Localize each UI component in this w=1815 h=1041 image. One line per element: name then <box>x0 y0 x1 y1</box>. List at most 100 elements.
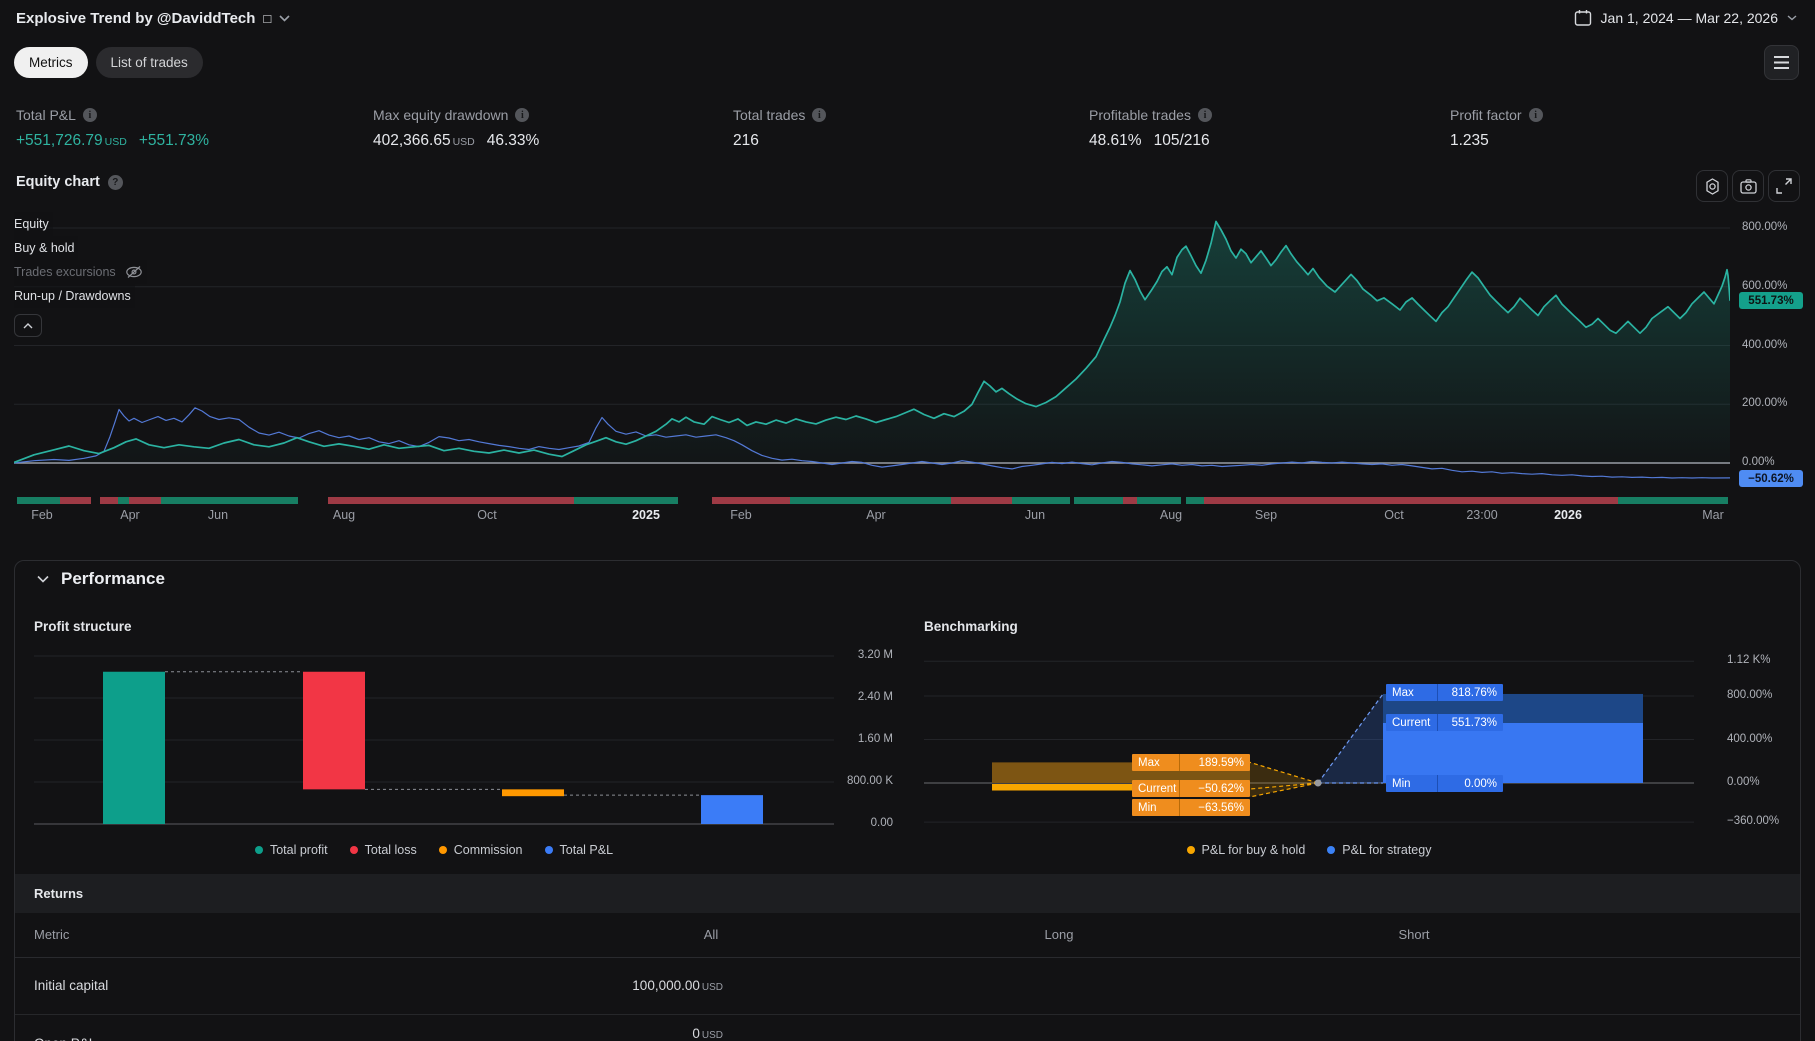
legend-dot <box>1327 846 1335 854</box>
legend-item[interactable]: P&L for buy & hold <box>1187 843 1306 857</box>
metric-label: Total P&L <box>16 107 76 123</box>
strategy-min-box: Min 0.00% <box>1386 775 1503 792</box>
eye-off-icon[interactable] <box>125 265 143 279</box>
trade-segment <box>60 497 91 504</box>
y-axis-tick: 1.12 K% <box>1727 654 1807 666</box>
x-axis-tick: Apr <box>841 508 911 522</box>
legend-label: Total P&L <box>560 843 614 857</box>
trade-segment <box>1204 497 1618 504</box>
trade-segment <box>1012 497 1070 504</box>
trade-segment <box>712 497 790 504</box>
profit-structure-title: Profit structure <box>34 619 132 634</box>
page-title: Explosive Trend by @DaviddTech <box>16 10 255 27</box>
list-icon <box>1774 56 1789 69</box>
tab-metrics[interactable]: Metrics <box>14 47 88 78</box>
chart-fullscreen-button[interactable] <box>1768 170 1800 202</box>
legend-label: P&L for strategy <box>1342 843 1431 857</box>
y-axis-tick: 400.00% <box>1742 339 1806 351</box>
trade-segment <box>1137 497 1181 504</box>
x-axis-tick: Aug <box>1136 508 1206 522</box>
legend-equity[interactable]: Equity <box>14 212 53 236</box>
chart-snapshot-button[interactable] <box>1732 170 1764 202</box>
trade-segment <box>100 497 118 504</box>
chevron-down-icon <box>37 575 49 583</box>
legend-label: Total loss <box>365 843 417 857</box>
date-range-picker[interactable]: Jan 1, 2024 — Mar 22, 2026 <box>1574 9 1797 27</box>
info-icon[interactable]: i <box>1529 108 1543 122</box>
strategy-max-box: Max 818.76% <box>1386 684 1503 701</box>
trade-segment <box>1186 497 1204 504</box>
profit-structure-chart <box>34 651 834 829</box>
legend-buy-and-hold[interactable]: Buy & hold <box>14 236 78 260</box>
tab-list-of-trades[interactable]: List of trades <box>96 47 203 78</box>
x-axis-tick: Oct <box>452 508 522 522</box>
x-axis-tick: Aug <box>309 508 379 522</box>
equity-chart-x-axis[interactable]: FebAprJunAugOct2025FebAprJunAugSepOct23:… <box>14 508 1730 528</box>
legend-item[interactable]: P&L for strategy <box>1327 843 1431 857</box>
trade-segment <box>951 497 1012 504</box>
equity-chart-title: Equity chart <box>16 174 100 190</box>
buyhold-max-box: Max 189.59% <box>1132 754 1250 771</box>
camera-icon <box>1740 179 1757 194</box>
legend-item[interactable]: Commission <box>439 843 523 857</box>
legend-runup-drawdowns[interactable]: Run-up / Drawdowns <box>14 284 135 308</box>
y-axis-tick: 2.40 M <box>821 691 893 703</box>
trade-segment <box>1074 497 1123 504</box>
info-icon[interactable]: i <box>1198 108 1212 122</box>
x-axis-tick: Feb <box>7 508 77 522</box>
col-long: Long <box>1009 927 1109 942</box>
table-row-open-pl: Open P&L 0USD <box>15 1014 1800 1041</box>
view-tabs: Metrics List of trades <box>14 47 203 78</box>
y-axis-tick: 0.00% <box>1742 456 1806 468</box>
metric-label: Profitable trades <box>1089 107 1191 123</box>
chart-settings-button[interactable] <box>1696 170 1728 202</box>
legend-label: P&L for buy & hold <box>1202 843 1306 857</box>
y-axis-tick: 800.00% <box>1727 689 1807 701</box>
performance-section-toggle[interactable]: Performance <box>37 569 165 589</box>
metric-value: 48.61% <box>1089 132 1142 150</box>
metric-value: 216 <box>733 132 759 150</box>
strategy-title-row[interactable]: Explosive Trend by @DaviddTech □ <box>16 10 290 27</box>
y-axis-tick: 600.00% <box>1742 280 1806 292</box>
metric-label: Total trades <box>733 107 805 123</box>
y-axis-tick: 400.00% <box>1727 733 1807 745</box>
legend-dot <box>350 846 358 854</box>
trade-periods-bar <box>14 497 1730 504</box>
info-icon[interactable]: i <box>515 108 529 122</box>
calendar-icon <box>1574 9 1592 27</box>
legend-trades-excursions[interactable]: Trades excursions <box>14 260 147 284</box>
returns-label: Returns <box>34 886 83 901</box>
y-axis-tick: −360.00% <box>1727 815 1807 827</box>
benchmarking-title: Benchmarking <box>924 619 1018 634</box>
trade-segment <box>129 497 161 504</box>
legend-item[interactable]: Total profit <box>255 843 328 857</box>
info-icon[interactable]: i <box>83 108 97 122</box>
equity-chart-header: Equity chart ? <box>16 174 123 190</box>
performance-panel: Performance Profit structure 3.20 M2.40 … <box>14 560 1801 1041</box>
buyhold-current-box: Current −50.62% <box>1132 780 1250 797</box>
trade-segment <box>790 497 951 504</box>
title-badge-glyph: □ <box>263 11 271 26</box>
buyhold-min-box: Min −63.56% <box>1132 799 1250 816</box>
trade-segment <box>17 497 60 504</box>
legend-collapse-button[interactable] <box>14 314 42 337</box>
y-axis-tick: 200.00% <box>1742 397 1806 409</box>
row-all-value: 100,000.00USD <box>523 978 723 993</box>
legend-item[interactable]: Total P&L <box>545 843 614 857</box>
metric-max-drawdown: Max equity drawdowni 402,366.65USD46.33% <box>373 105 539 150</box>
help-icon[interactable]: ? <box>108 175 123 190</box>
legend-dot <box>439 846 447 854</box>
metric-label: Max equity drawdown <box>373 107 508 123</box>
legend-dot <box>1187 846 1195 854</box>
col-metric: Metric <box>34 927 69 942</box>
chevron-down-icon <box>1787 15 1797 21</box>
metric-extra: 46.33% <box>487 132 540 150</box>
equity-current-badge: 551.73% <box>1739 292 1803 309</box>
metric-label: Profit factor <box>1450 107 1522 123</box>
metric-extra: 105/216 <box>1154 132 1210 150</box>
layout-menu-button[interactable] <box>1764 45 1799 80</box>
col-all: All <box>661 927 761 942</box>
info-icon[interactable]: i <box>812 108 826 122</box>
legend-dot <box>545 846 553 854</box>
legend-item[interactable]: Total loss <box>350 843 417 857</box>
